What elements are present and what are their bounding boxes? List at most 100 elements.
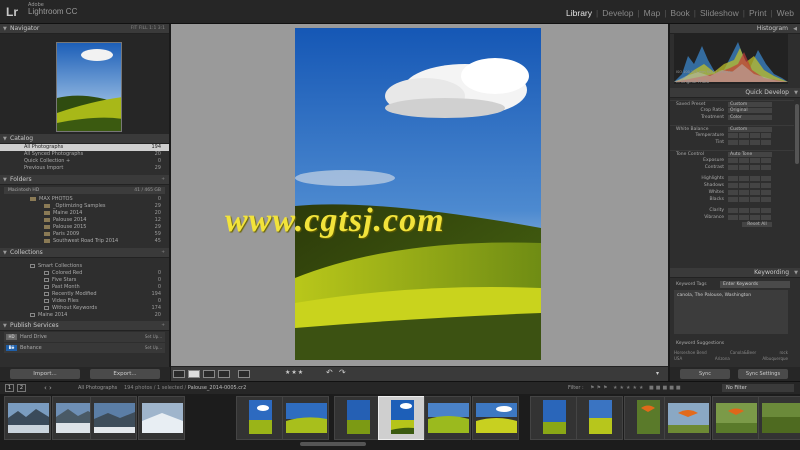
keyword-tags-select[interactable]: Enter Keywords [720, 281, 790, 288]
smart-collections-folder[interactable]: Smart Collections [0, 263, 169, 270]
folders-header[interactable]: ▼ Folders + [0, 175, 169, 185]
blacks-stepper[interactable] [728, 197, 771, 202]
module-develop[interactable]: Develop [600, 8, 635, 18]
keyword-suggestion[interactable]: USA [674, 356, 682, 361]
loupe-view-icon[interactable] [188, 370, 200, 378]
histogram-chart[interactable] [674, 34, 788, 84]
folder-item[interactable]: Palouse 2015 29 [0, 224, 169, 231]
keywording-header[interactable]: Keywording ▼ [670, 268, 800, 278]
people-view-icon[interactable] [238, 370, 250, 378]
setup-link[interactable]: Set Up... [145, 332, 162, 342]
collection-item[interactable]: Five Stars 0 [0, 277, 169, 284]
collection-item[interactable]: Colored Red 0 [0, 270, 169, 277]
second-window-button[interactable]: 2 [17, 384, 26, 392]
main-photo[interactable] [295, 28, 541, 360]
collection-item[interactable]: Without Keywords 174 [0, 305, 169, 312]
publish-service-behance[interactable]: Bē Behance Set Up... [4, 343, 165, 353]
vibrance-stepper[interactable] [728, 215, 771, 220]
keyword-suggestion[interactable]: Arizona [715, 356, 730, 361]
navigator-zoom-options[interactable]: FIT FILL 1:1 3:1 [131, 24, 165, 34]
forward-arrow-icon[interactable]: › [49, 384, 52, 392]
temperature-stepper[interactable] [728, 133, 771, 138]
folder-item[interactable]: Paris 2009 59 [0, 231, 169, 238]
treatment-select[interactable]: Color [728, 115, 772, 120]
add-folder-icon[interactable]: + [161, 175, 165, 185]
setup-link[interactable]: Set Up... [145, 343, 162, 353]
filmstrip-thumbnail[interactable] [758, 396, 800, 440]
crop-ratio-select[interactable]: Original [728, 108, 772, 113]
tint-stepper[interactable] [728, 140, 771, 145]
catalog-item-previous-import[interactable]: Previous Import 29 [0, 165, 169, 172]
right-panel-scrollbar[interactable] [795, 104, 799, 164]
survey-view-icon[interactable] [218, 370, 230, 378]
rotate-left-icon[interactable]: ↶ [326, 368, 333, 377]
quick-develop-header[interactable]: Quick Develop ▼ [670, 88, 800, 98]
add-service-icon[interactable]: + [161, 321, 165, 331]
histogram-header[interactable]: Histogram ◀ [670, 24, 800, 34]
reset-all-button[interactable]: Reset All [742, 222, 772, 227]
collections-header[interactable]: ▼ Collections + [0, 248, 169, 258]
catalog-item-quick-collection[interactable]: Quick Collection + 0 [0, 158, 169, 165]
filmstrip-thumbnail[interactable] [472, 396, 519, 440]
filmstrip-thumbnail[interactable] [530, 396, 577, 440]
add-collection-icon[interactable]: + [161, 248, 165, 258]
module-book[interactable]: Book [668, 8, 691, 18]
collection-item[interactable]: Maine 2014 20 [0, 312, 169, 319]
catalog-item-synced[interactable]: All Synced Photographs 20 [0, 151, 169, 158]
sync-button[interactable]: Sync [680, 369, 730, 379]
grid-view-icon[interactable] [173, 370, 185, 378]
navigator-thumbnail[interactable] [56, 42, 122, 132]
filmstrip-source[interactable]: All Photographs [78, 385, 117, 391]
module-web[interactable]: Web [775, 8, 796, 18]
keyword-suggestion[interactable]: Horseshoe Bend [674, 350, 707, 355]
filter-select[interactable]: No Filter [722, 384, 794, 392]
star-rating[interactable]: ★★★ [285, 369, 304, 376]
module-slideshow[interactable]: Slideshow [698, 8, 741, 18]
toolbar-menu-icon[interactable]: ▾ [656, 370, 659, 377]
whites-stepper[interactable] [728, 190, 771, 195]
publish-services-header[interactable]: ▼ Publish Services + [0, 321, 169, 331]
collection-item[interactable]: Recently Modified 194 [0, 291, 169, 298]
filmstrip-thumbnail[interactable] [4, 396, 51, 440]
folder-item[interactable]: Maine 2014 20 [0, 210, 169, 217]
rotate-right-icon[interactable]: ↷ [339, 368, 346, 377]
folder-item[interactable]: _Optimizing Samples 29 [0, 203, 169, 210]
compare-view-icon[interactable] [203, 370, 215, 378]
folder-item[interactable]: Southwest Road Trip 2014 45 [0, 238, 169, 245]
sync-settings-button[interactable]: Sync Settings [738, 369, 788, 379]
keyword-tags-field[interactable]: canola, The Palouse, Washington [674, 290, 788, 334]
filmstrip-thumbnail[interactable] [424, 396, 471, 440]
collection-item[interactable]: Past Month 0 [0, 284, 169, 291]
drive-row[interactable]: Macintosh HD 41 / 465 GB [4, 187, 165, 194]
filmstrip-thumbnail[interactable] [90, 396, 137, 440]
back-arrow-icon[interactable]: ‹ [44, 384, 47, 392]
keyword-suggestion[interactable]: Canola&Beer [730, 350, 756, 355]
catalog-header[interactable]: ▼ Catalog [0, 134, 169, 144]
filmstrip-thumbnail[interactable] [664, 396, 711, 440]
clarity-stepper[interactable] [728, 208, 771, 213]
filmstrip-scrollbar[interactable] [300, 442, 366, 446]
shadows-stepper[interactable] [728, 183, 771, 188]
folder-item[interactable]: MAX PHOTOS 0 [0, 196, 169, 203]
collection-item[interactable]: Video Files 0 [0, 298, 169, 305]
filmstrip-thumbnail[interactable] [712, 396, 759, 440]
highlights-stepper[interactable] [728, 176, 771, 181]
filmstrip-thumbnail[interactable] [236, 396, 283, 440]
keyword-suggestion[interactable]: Albuquerque [762, 356, 788, 361]
module-print[interactable]: Print [747, 8, 768, 18]
import-button[interactable]: Import... [10, 369, 80, 379]
export-button[interactable]: Export... [90, 369, 160, 379]
filmstrip-thumbnail[interactable] [334, 396, 381, 440]
contrast-stepper[interactable] [728, 165, 771, 170]
keyword-suggestions-header[interactable]: Keyword Suggestions [676, 340, 796, 347]
module-map[interactable]: Map [642, 8, 663, 18]
navigator-header[interactable]: ▼ Navigator FIT FILL 1:1 3:1 [0, 24, 169, 34]
filmstrip-thumbnail[interactable] [576, 396, 623, 440]
filmstrip-thumbnail[interactable] [138, 396, 185, 440]
catalog-item-all-photographs[interactable]: All Photographs 194 [0, 144, 169, 151]
folder-item[interactable]: Palouse 2014 12 [0, 217, 169, 224]
filter-flags[interactable]: ⚑⚑⚑ ★★★★★ ■■■■■ [590, 385, 683, 391]
module-library[interactable]: Library [564, 8, 594, 18]
exposure-stepper[interactable] [728, 158, 771, 163]
keyword-suggestion[interactable]: rock [779, 350, 788, 355]
